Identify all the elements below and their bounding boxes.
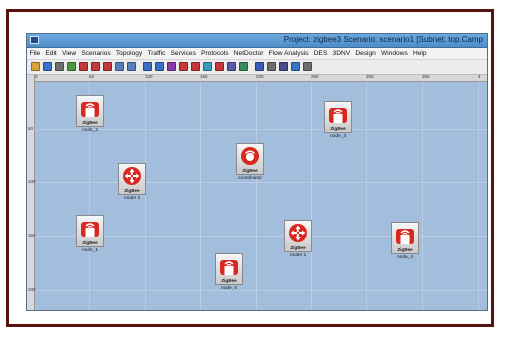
project-workspace[interactable]: 0 50 100 150 200 250 300 350 4 50 100 150 200 ZigBe… bbox=[27, 75, 487, 310]
zigbee-router-icon[interactable]: ZigBee bbox=[118, 163, 146, 195]
grid-line bbox=[478, 82, 479, 310]
network-node-node_2[interactable]: ZigBee node_2 bbox=[73, 95, 107, 133]
node-label: node_1 bbox=[81, 248, 98, 253]
vertical-ruler: 50 100 150 200 bbox=[27, 75, 36, 310]
ruler-x-tick: 250 bbox=[311, 75, 319, 79]
menu-help[interactable]: Help bbox=[410, 50, 429, 57]
menu-services[interactable]: Services bbox=[168, 50, 198, 57]
toolbar bbox=[27, 60, 487, 75]
node-icon[interactable] bbox=[179, 62, 188, 71]
ruler-x-tick: 4 bbox=[478, 75, 481, 79]
open-folder-icon[interactable] bbox=[31, 62, 40, 71]
zoom-out-icon[interactable] bbox=[127, 62, 136, 71]
ruler-x-tick: 0 bbox=[35, 75, 38, 79]
node-label: router 2 bbox=[123, 196, 141, 201]
menu-flow-analysis[interactable]: Flow Analysis bbox=[266, 50, 311, 57]
ruler-x-tick: 50 bbox=[89, 75, 95, 79]
zigbee-badge: ZigBee bbox=[82, 240, 98, 245]
settings-icon[interactable] bbox=[279, 62, 288, 71]
node-label: router 1 bbox=[289, 253, 307, 258]
ruler-x-tick: 100 bbox=[145, 75, 153, 79]
title-bar: Project: zigbee3 Scenario: scenario1 [Su… bbox=[27, 34, 487, 48]
zigbee-badge: ZigBee bbox=[242, 168, 258, 173]
network-node-node_1[interactable]: ZigBee node_1 bbox=[73, 215, 107, 253]
menu-traffic[interactable]: Traffic bbox=[145, 50, 168, 57]
menu-edit[interactable]: Edit bbox=[43, 50, 60, 57]
grid-line bbox=[256, 82, 257, 310]
menu-3dnv[interactable]: 3DNV bbox=[330, 50, 353, 57]
node-label: node_6 bbox=[220, 286, 237, 291]
window-title: Project: zigbee3 Scenario: scenario1 [Su… bbox=[283, 35, 483, 44]
failure-icon[interactable] bbox=[167, 62, 176, 71]
grid-line bbox=[200, 82, 201, 310]
print-icon[interactable] bbox=[55, 62, 64, 71]
zigbee-end-device-icon[interactable]: ZigBee bbox=[324, 101, 352, 133]
menu-scenarios[interactable]: Scenarios bbox=[79, 50, 114, 57]
link-icon[interactable] bbox=[143, 62, 152, 71]
grid-line bbox=[311, 82, 312, 310]
node-label: node_4 bbox=[396, 255, 413, 260]
document-icon[interactable] bbox=[303, 62, 312, 71]
ruler-x-tick: 150 bbox=[200, 75, 208, 79]
zigbee-coordinator-icon[interactable]: ZigBee bbox=[236, 143, 264, 175]
ruler-x-tick: 350 bbox=[422, 75, 430, 79]
network-node-coordinator[interactable]: ZigBee coordinator bbox=[233, 143, 267, 181]
app-icon bbox=[30, 36, 39, 44]
menu-protocols[interactable]: Protocols bbox=[198, 50, 231, 57]
chart-icon[interactable] bbox=[255, 62, 264, 71]
node-label: node_3 bbox=[329, 134, 346, 139]
app-window: Project: zigbee3 Scenario: scenario1 [Su… bbox=[26, 33, 488, 311]
tower-icon[interactable] bbox=[191, 62, 200, 71]
grid-line bbox=[35, 290, 487, 291]
menu-design[interactable]: Design bbox=[353, 50, 379, 57]
zigbee-badge: ZigBee bbox=[221, 278, 237, 283]
menu-file[interactable]: File bbox=[27, 50, 43, 57]
zigbee-end-device-icon[interactable]: ZigBee bbox=[76, 95, 104, 127]
statistics-icon[interactable] bbox=[215, 62, 224, 71]
grid-line bbox=[422, 82, 423, 310]
network-node-node_3[interactable]: ZigBee node_3 bbox=[321, 101, 355, 139]
report-icon[interactable] bbox=[203, 62, 212, 71]
zigbee-badge: ZigBee bbox=[82, 120, 98, 125]
ruler-y-tick: 50 bbox=[28, 126, 34, 131]
stop-icon[interactable] bbox=[91, 62, 100, 71]
network-node-router_2[interactable]: ZigBee router 2 bbox=[115, 163, 149, 201]
import-icon[interactable] bbox=[67, 62, 76, 71]
node-label: coordinator bbox=[238, 176, 262, 181]
zigbee-end-device-icon[interactable]: ZigBee bbox=[76, 215, 104, 247]
menu-netdoctor[interactable]: NetDoctor bbox=[231, 50, 266, 57]
node-label: node_2 bbox=[81, 128, 98, 133]
save-icon[interactable] bbox=[43, 62, 52, 71]
zigbee-end-device-icon[interactable]: ZigBee bbox=[215, 253, 243, 285]
wand-icon[interactable] bbox=[227, 62, 236, 71]
pin-icon[interactable] bbox=[103, 62, 112, 71]
grid-line bbox=[366, 82, 367, 310]
menu-windows[interactable]: Windows bbox=[378, 50, 410, 57]
grid-line bbox=[35, 182, 487, 183]
menu-des[interactable]: DES bbox=[311, 50, 330, 57]
network-node-router_1[interactable]: ZigBee router 1 bbox=[281, 220, 315, 258]
zoom-in-icon[interactable] bbox=[115, 62, 124, 71]
ruler-x-tick: 300 bbox=[366, 75, 374, 79]
network-node-node_6[interactable]: ZigBee node_6 bbox=[212, 253, 246, 291]
grid-icon[interactable] bbox=[239, 62, 248, 71]
table-icon[interactable] bbox=[267, 62, 276, 71]
delete-icon[interactable] bbox=[79, 62, 88, 71]
link-config-icon[interactable] bbox=[155, 62, 164, 71]
zigbee-badge: ZigBee bbox=[397, 247, 413, 252]
network-node-node_4[interactable]: ZigBee node_4 bbox=[388, 222, 422, 260]
menu-bar: File Edit View Scenarios Topology Traffi… bbox=[27, 48, 487, 60]
zigbee-badge: ZigBee bbox=[290, 245, 306, 250]
camera-icon[interactable] bbox=[291, 62, 300, 71]
zigbee-router-icon[interactable]: ZigBee bbox=[284, 220, 312, 252]
zigbee-badge: ZigBee bbox=[330, 126, 346, 131]
zigbee-badge: ZigBee bbox=[124, 188, 140, 193]
menu-view[interactable]: View bbox=[59, 50, 78, 57]
menu-topology[interactable]: Topology bbox=[113, 50, 145, 57]
ruler-x-tick: 200 bbox=[256, 75, 264, 79]
horizontal-ruler: 0 50 100 150 200 250 300 350 4 bbox=[27, 75, 487, 82]
zigbee-end-device-icon[interactable]: ZigBee bbox=[391, 222, 419, 254]
